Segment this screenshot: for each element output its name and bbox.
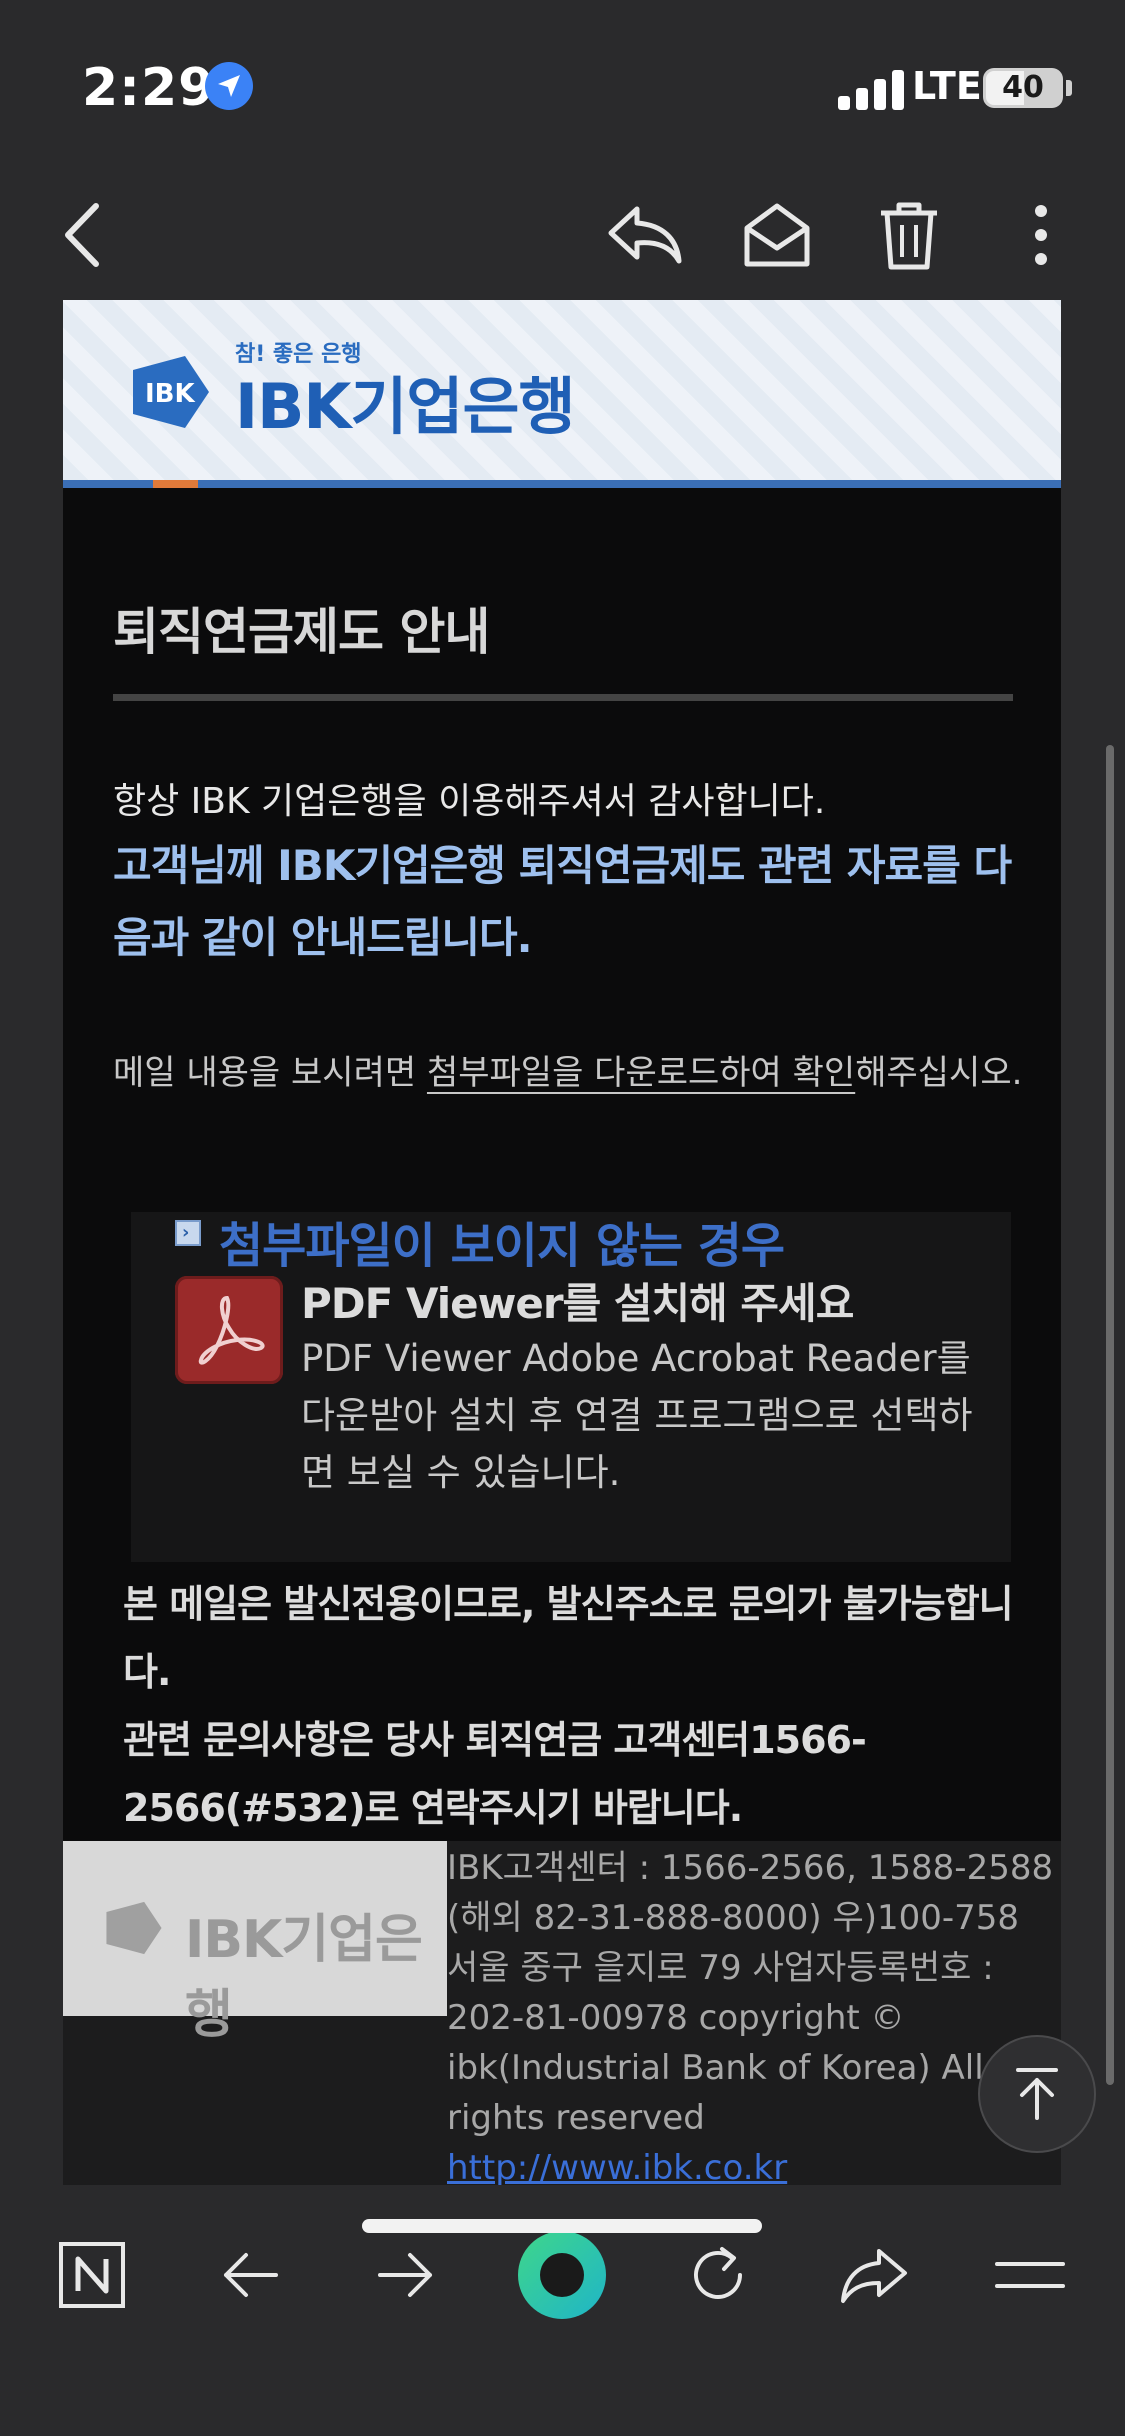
status-time: 2:29: [82, 58, 216, 118]
email-footer: IBK기업은행 IBK고객센터 : 1566-2566, 1588-2588 (…: [63, 1841, 1061, 2185]
banner-bank-name: IBK기업은행: [235, 370, 576, 443]
footer-contact-text: IBK고객센터 : 1566-2566, 1588-2588 (해외 82-31…: [447, 1848, 1054, 2138]
trash-icon[interactable]: [864, 190, 954, 280]
instruction-text: 메일 내용을 보시려면 첨부파일을 다운로드하여 확인해주십시오.: [113, 1046, 1023, 1100]
scroll-to-top-button[interactable]: [978, 2035, 1096, 2153]
footer-ibk-logo-icon: [106, 1901, 162, 1955]
forward-arrow-icon[interactable]: [356, 2225, 456, 2325]
naver-n-icon[interactable]: [42, 2225, 142, 2325]
network-type: LTE: [912, 64, 982, 108]
instruction-before: 메일 내용을 보시려면: [113, 1053, 427, 1093]
instruction-underlined: 첨부파일을 다운로드하여 확인: [426, 1053, 856, 1093]
email-body: IBK 참! 좋은 은행 IBK기업은행 퇴직연금제도 안내 항상 IBK 기업…: [63, 300, 1061, 2185]
bullet-arrow-icon: ›: [175, 1220, 201, 1246]
back-chevron-icon[interactable]: [38, 190, 128, 280]
signal-bars-icon: [838, 70, 904, 110]
scrollbar[interactable]: [1106, 745, 1114, 2085]
menu-icon[interactable]: [980, 2225, 1080, 2325]
status-bar: 2:29 LTE 40: [0, 0, 1125, 170]
footer-website-link[interactable]: http://www.ibk.co.kr: [447, 2143, 1061, 2185]
share-icon[interactable]: [824, 2225, 924, 2325]
attachment-help-heading: 첨부파일이 보이지 않는 경우: [219, 1218, 785, 1274]
highlight-text: 고객님께 IBK기업은행 퇴직연금제도 관련 자료를 다음과 같이 안내드립니다…: [113, 841, 1012, 962]
battery-level: 40: [1002, 70, 1044, 105]
footer-bank-name: IBK기업은행: [185, 1910, 423, 2045]
svg-text:IBK: IBK: [145, 379, 195, 409]
footer-logo: IBK기업은행: [63, 1841, 447, 2045]
pdf-viewer-description: PDF Viewer Adobe Acrobat Reader를 다운받아 설치…: [301, 1337, 973, 1494]
mark-unread-envelope-icon[interactable]: [732, 190, 822, 280]
reply-icon[interactable]: [600, 190, 690, 280]
battery-icon: 40: [983, 68, 1063, 108]
greeting-text: 항상 IBK 기업은행을 이용해주셔서 감사합니다.: [113, 781, 826, 822]
green-dot-icon[interactable]: [512, 2225, 612, 2325]
email-title: 퇴직연금제도 안내: [113, 603, 490, 661]
location-arrow-icon: [205, 62, 253, 110]
more-vertical-icon[interactable]: [996, 190, 1086, 280]
title-divider: [113, 694, 1013, 701]
attachment-help-box: › 첨부파일이 보이지 않는 경우 PDF Viewer를 설치해 주세요 PD…: [131, 1212, 1011, 1562]
arrow-up-icon: [1016, 2068, 1058, 2120]
banner-divider: [63, 480, 1061, 488]
notice-line-2: 관련 문의사항은 당사 퇴직연금 고객센터1566-2566(#532)로 연락…: [123, 1718, 867, 1830]
notice-text: 본 메일은 발신전용이므로, 발신주소로 문의가 불가능합니다. 관련 문의사항…: [123, 1570, 1023, 1842]
notice-line-1: 본 메일은 발신전용이므로, 발신주소로 문의가 불가능합니다.: [123, 1582, 1014, 1694]
adobe-pdf-icon: [175, 1276, 283, 1384]
back-arrow-icon[interactable]: [200, 2225, 300, 2325]
mail-toolbar: [0, 170, 1125, 300]
instruction-after: 해주십시오.: [855, 1053, 1023, 1093]
footer-info: IBK고객센터 : 1566-2566, 1588-2588 (해외 82-31…: [447, 1843, 1061, 2185]
pdf-viewer-heading: PDF Viewer를 설치해 주세요: [301, 1279, 854, 1328]
ibk-logo-icon: IBK: [133, 356, 209, 428]
battery-nub: [1066, 80, 1072, 96]
email-banner: IBK 참! 좋은 은행 IBK기업은행: [63, 300, 1061, 480]
home-indicator[interactable]: [362, 2219, 762, 2233]
refresh-icon[interactable]: [668, 2225, 768, 2325]
